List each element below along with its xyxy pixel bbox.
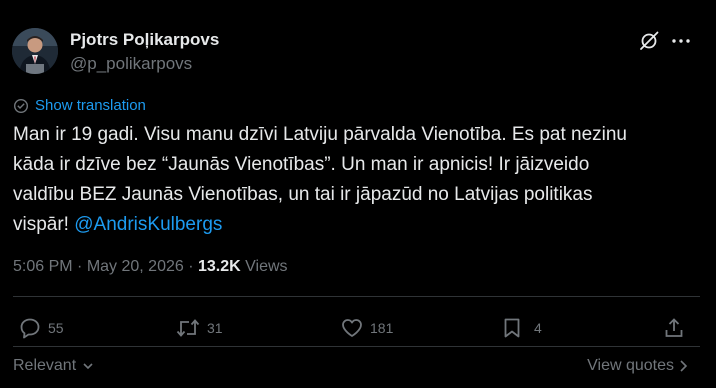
divider: [13, 296, 700, 297]
bookmark-icon: [500, 316, 524, 340]
show-translation-button[interactable]: Show translation: [13, 97, 146, 114]
tweet-text-line: Man ir 19 gadi. Visu manu dzīvi Latviju …: [13, 124, 628, 145]
avatar[interactable]: [12, 28, 58, 74]
reply-icon: [18, 316, 42, 340]
more-button[interactable]: [666, 26, 696, 56]
tweet: Pjotrs Poļikarpovs @p_polikarpovs Show t…: [0, 0, 716, 388]
sort-dropdown[interactable]: Relevant: [13, 357, 94, 375]
tweet-time[interactable]: 5:06 PM: [13, 258, 73, 275]
bookmark-button[interactable]: 4: [500, 316, 542, 340]
repost-button[interactable]: 31: [175, 316, 223, 340]
tweet-text: Man ir 19 gadi. Visu manu dzīvi Latviju …: [13, 120, 693, 240]
action-bar: 55 31 181 4: [0, 308, 716, 348]
chevron-down-icon: [82, 360, 94, 372]
translate-icon: [13, 98, 29, 114]
author-handle[interactable]: @p_polikarpovs: [70, 54, 192, 74]
author-name[interactable]: Pjotrs Poļikarpovs: [70, 30, 219, 50]
chevron-right-icon: [678, 359, 688, 373]
heart-icon: [340, 316, 364, 340]
meta-separator: ·: [183, 258, 198, 275]
views-label: Views: [240, 258, 288, 275]
tweet-text-line: vispār! @AndrisKulbergs: [13, 210, 693, 240]
reply-count: 55: [48, 320, 64, 336]
grok-button[interactable]: [634, 26, 664, 56]
bookmark-count: 4: [534, 320, 542, 336]
tweet-text-line: kāda ir dzīve bez “Jaunās Vienotības”. U…: [13, 154, 590, 175]
view-quotes-label: View quotes: [587, 357, 674, 374]
sort-label: Relevant: [13, 357, 77, 374]
grok-icon: [638, 30, 660, 52]
share-icon: [662, 316, 686, 340]
tweet-text-line: valdību BEZ Jaunās Vienotības, un tai ir…: [13, 184, 593, 205]
divider: [13, 346, 700, 347]
view-quotes-link[interactable]: View quotes: [587, 357, 688, 375]
reply-button[interactable]: 55: [18, 316, 64, 340]
meta-separator: ·: [72, 258, 87, 275]
tweet-meta: 5:06 PM · May 20, 2026 · 13.2K Views: [13, 258, 288, 276]
like-button[interactable]: 181: [340, 316, 393, 340]
tweet-text-segment: vispār!: [13, 214, 75, 235]
more-icon: [671, 38, 691, 44]
tweet-date[interactable]: May 20, 2026: [87, 258, 184, 275]
like-count: 181: [370, 320, 394, 336]
repost-icon: [175, 316, 201, 340]
share-button[interactable]: [662, 316, 686, 340]
repost-count: 31: [207, 320, 223, 336]
show-translation-label: Show translation: [35, 97, 146, 114]
mention-link[interactable]: @AndrisKulbergs: [74, 214, 222, 235]
views-count[interactable]: 13.2K: [198, 258, 241, 275]
